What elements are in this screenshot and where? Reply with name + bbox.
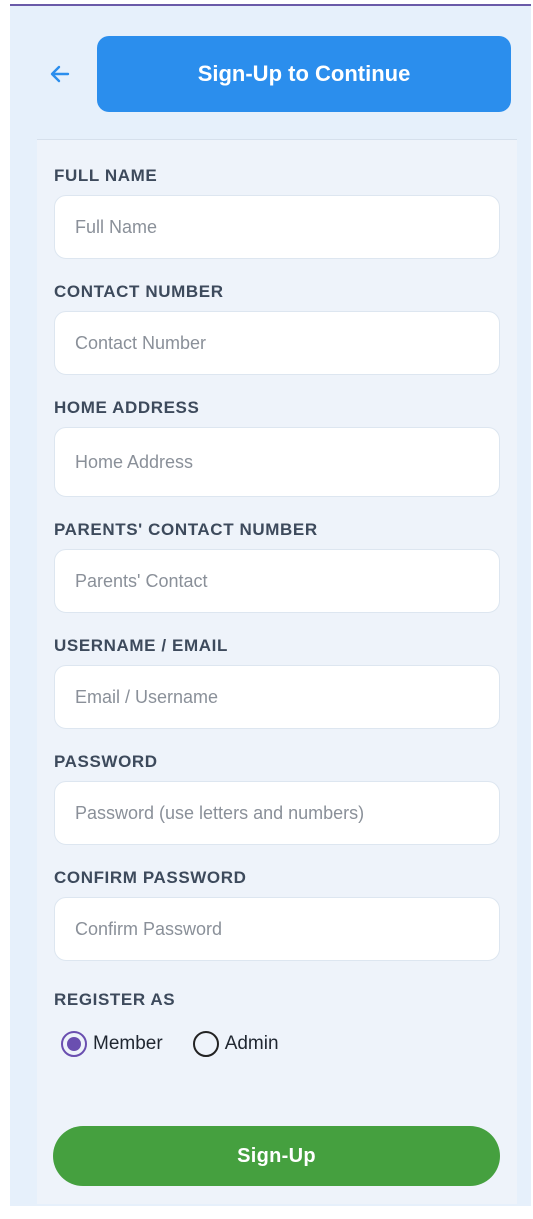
arrow-left-icon — [50, 65, 70, 83]
confirm-password-input[interactable] — [54, 897, 500, 961]
radio-label-admin: Admin — [224, 1033, 279, 1054]
full-name-input[interactable] — [54, 195, 500, 259]
home-address-label: HOME ADDRESS — [54, 398, 200, 417]
username-email-label: USERNAME / EMAIL — [54, 636, 228, 655]
contact-number-input[interactable] — [54, 311, 500, 375]
password-input[interactable] — [54, 781, 500, 845]
full-name-label: FULL NAME — [54, 166, 158, 185]
page-title-bar: Sign-Up to Continue — [97, 36, 511, 112]
signup-screen: Sign-Up to Continue FULL NAME CONTACT NU… — [10, 4, 531, 1206]
page-title: Sign-Up to Continue — [197, 61, 411, 86]
sign-up-button-label: Sign-Up — [237, 1144, 316, 1167]
parents-contact-input[interactable] — [54, 549, 500, 613]
radio-button-member[interactable] — [61, 1031, 87, 1057]
register-as-label: REGISTER AS — [54, 990, 176, 1009]
back-button[interactable] — [46, 60, 74, 88]
radio-button-admin[interactable] — [192, 1031, 219, 1057]
home-address-input[interactable] — [54, 427, 500, 497]
sign-up-button[interactable]: Sign-Up — [53, 1126, 500, 1186]
signup-form: FULL NAME CONTACT NUMBER HOME ADDRESS PA… — [37, 139, 517, 1204]
radio-label-member: Member — [93, 1033, 163, 1054]
confirm-password-label: CONFIRM PASSWORD — [54, 868, 247, 887]
radio-option-member[interactable]: Member — [61, 1031, 163, 1057]
password-label: PASSWORD — [54, 752, 158, 771]
header: Sign-Up to Continue — [10, 6, 531, 139]
register-as-radio-group: Member Admin — [61, 1031, 279, 1057]
radio-selected-dot — [67, 1037, 81, 1051]
contact-number-label: CONTACT NUMBER — [54, 282, 224, 301]
parents-contact-label: PARENTS' CONTACT NUMBER — [54, 520, 318, 539]
radio-option-admin[interactable]: Admin — [192, 1031, 279, 1057]
username-email-input[interactable] — [54, 665, 500, 729]
